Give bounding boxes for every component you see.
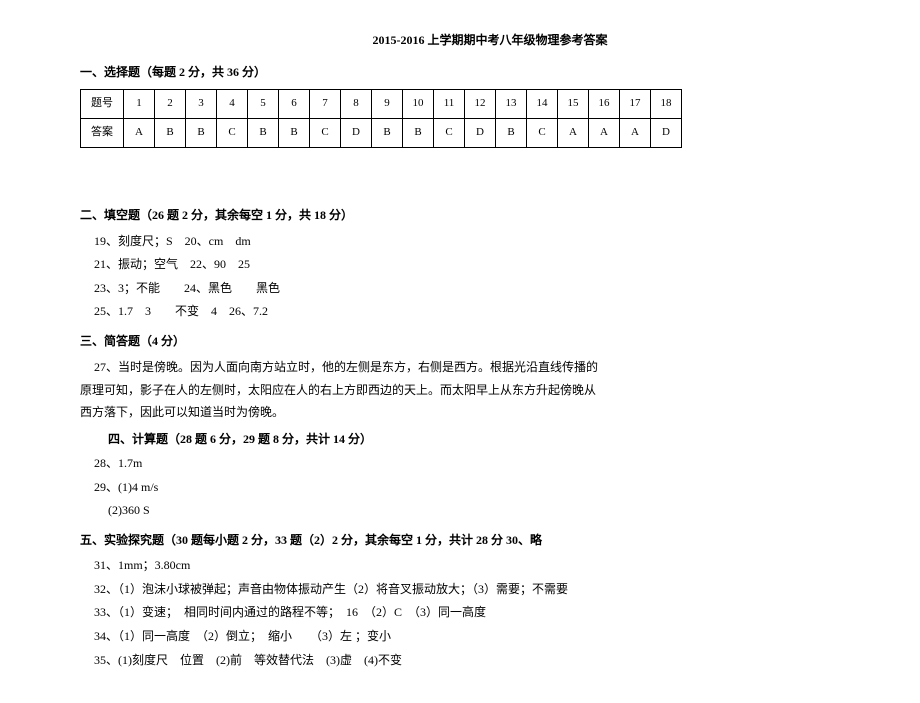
section2-header: 二、填空题（26 题 2 分，其余每空 1 分，共 18 分） — [80, 205, 840, 227]
cell: 3 — [186, 90, 217, 119]
cell: 15 — [558, 90, 589, 119]
cell: B — [403, 118, 434, 147]
cell: 4 — [217, 90, 248, 119]
cell: C — [434, 118, 465, 147]
row-label-ans: 答案 — [81, 118, 124, 147]
cell: D — [651, 118, 682, 147]
cell: C — [310, 118, 341, 147]
cell: 14 — [527, 90, 558, 119]
text-line: 31、1mm；3.80cm — [80, 555, 840, 577]
table-row: 题号 1 2 3 4 5 6 7 8 9 10 11 12 13 14 15 1… — [81, 90, 682, 119]
cell: 16 — [589, 90, 620, 119]
cell: 13 — [496, 90, 527, 119]
cell: 12 — [465, 90, 496, 119]
text-line: 28、1.7m — [80, 453, 840, 475]
text-line: 29、(1)4 m/s — [80, 477, 840, 499]
cell: 11 — [434, 90, 465, 119]
cell: 1 — [124, 90, 155, 119]
cell: D — [341, 118, 372, 147]
text-line: 32、（1）泡沫小球被弹起；声音由物体振动产生（2）将音叉振动放大；（3）需要；… — [80, 579, 840, 601]
cell: 8 — [341, 90, 372, 119]
cell: B — [186, 118, 217, 147]
text-line: (2)360 S — [80, 500, 840, 522]
page-title: 2015-2016 上学期期中考八年级物理参考答案 — [80, 30, 840, 52]
row-label-num: 题号 — [81, 90, 124, 119]
cell: 5 — [248, 90, 279, 119]
section3-header: 三、简答题（4 分） — [80, 331, 840, 353]
cell: B — [248, 118, 279, 147]
cell: A — [558, 118, 589, 147]
cell: 6 — [279, 90, 310, 119]
cell: C — [527, 118, 558, 147]
cell: 18 — [651, 90, 682, 119]
cell: 2 — [155, 90, 186, 119]
cell: B — [279, 118, 310, 147]
text-line: 25、1.7 3 不变 4 26、7.2 — [80, 301, 840, 323]
text-line: 27、当时是傍晚。因为人面向南方站立时，他的左侧是东方，右侧是西方。根据光沿直线… — [80, 357, 840, 379]
cell: A — [620, 118, 651, 147]
text-line: 35、(1)刻度尺 位置 (2)前 等效替代法 (3)虚 (4)不变 — [80, 650, 840, 672]
text-line: 西方落下，因此可以知道当时为傍晚。 — [80, 402, 840, 424]
text-line: 23、3；不能 24、黑色 黑色 — [80, 278, 840, 300]
section1-header: 一、选择题（每题 2 分，共 36 分） — [80, 62, 840, 84]
text-line: 21、振动；空气 22、90 25 — [80, 254, 840, 276]
cell: B — [496, 118, 527, 147]
cell: 9 — [372, 90, 403, 119]
cell: A — [124, 118, 155, 147]
cell: B — [155, 118, 186, 147]
cell: B — [372, 118, 403, 147]
cell: 7 — [310, 90, 341, 119]
text-line: 33、（1）变速； 相同时间内通过的路程不等； 16 （2）C （3）同一高度 — [80, 602, 840, 624]
answer-table: 题号 1 2 3 4 5 6 7 8 9 10 11 12 13 14 15 1… — [80, 89, 682, 148]
cell: C — [217, 118, 248, 147]
cell: D — [465, 118, 496, 147]
text-line: 原理可知，影子在人的左侧时，太阳应在人的右上方即西边的天上。而太阳早上从东方升起… — [80, 380, 840, 402]
cell: 10 — [403, 90, 434, 119]
section5-header: 五、实验探究题（30 题每小题 2 分，33 题（2）2 分，其余每空 1 分，… — [80, 530, 840, 552]
table-row: 答案 A B B C B B C D B B C D B C A A A D — [81, 118, 682, 147]
cell: 17 — [620, 90, 651, 119]
text-line: 19、刻度尺；S 20、cm dm — [80, 231, 840, 253]
cell: A — [589, 118, 620, 147]
section4-header: 四、计算题（28 题 6 分，29 题 8 分，共计 14 分） — [80, 429, 840, 451]
